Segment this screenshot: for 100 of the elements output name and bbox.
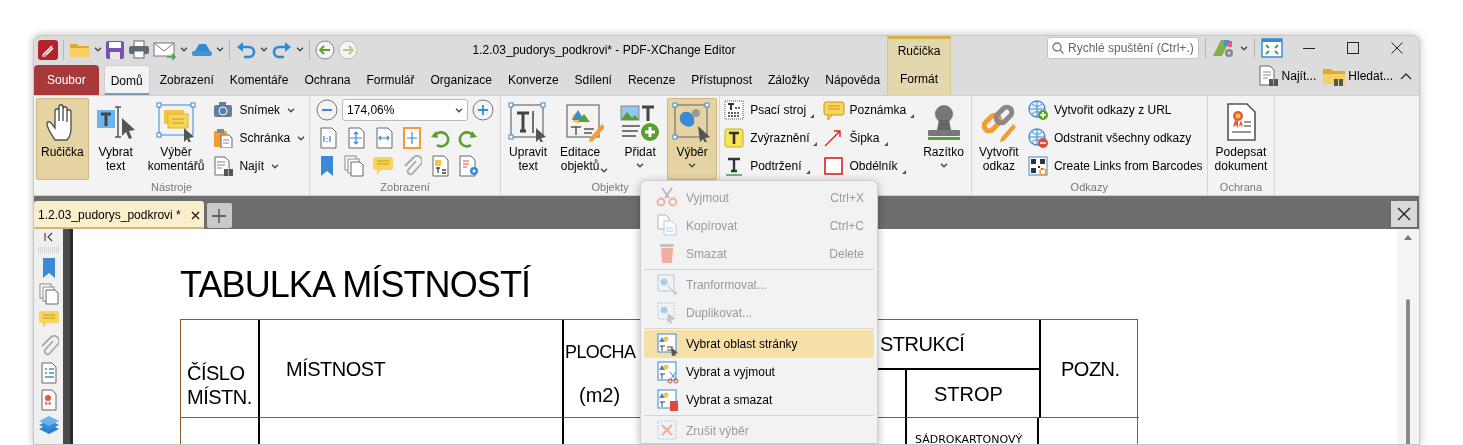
- save-icon[interactable]: [105, 39, 125, 60]
- transform-icon: [656, 273, 680, 297]
- envelope-icon[interactable]: [153, 39, 177, 60]
- ribbon-button[interactable]: Snímek: [213, 99, 306, 121]
- close-icon[interactable]: [190, 210, 200, 220]
- caret-icon[interactable]: [636, 163, 645, 168]
- ribbon-tab[interactable]: Organizace: [424, 65, 498, 95]
- ribbon-button[interactable]: Vytvořit odkaz: [973, 98, 1024, 180]
- zoom-out-icon[interactable]: [316, 99, 339, 121]
- fullscreen-icon[interactable]: [1261, 38, 1283, 58]
- new-tab-plus-icon[interactable]: [212, 208, 227, 223]
- scrollbar[interactable]: [1397, 229, 1419, 444]
- layers-icon[interactable]: [37, 416, 60, 436]
- ribbon-button[interactable]: Upravit text: [503, 98, 554, 180]
- close-icon[interactable]: [1397, 207, 1411, 221]
- pages-icon[interactable]: [344, 155, 365, 177]
- grip-icon: [37, 247, 60, 253]
- caret-icon[interactable]: [688, 163, 697, 168]
- document-tab[interactable]: 1.2.03_pudorys_podkrovi *: [34, 201, 204, 229]
- scroll-up-icon[interactable]: [1404, 235, 1412, 240]
- caret-icon[interactable]: [939, 163, 948, 168]
- corner-arrow-icon[interactable]: [910, 114, 915, 118]
- ribbon-button[interactable]: Schránka: [213, 127, 306, 149]
- caret-icon[interactable]: [287, 107, 296, 113]
- menu-item[interactable]: Vybrat a smazat: [644, 386, 874, 414]
- ribbon-tab[interactable]: Záložky: [762, 65, 816, 95]
- highlight-text-icon: [724, 128, 747, 148]
- ribbon-button[interactable]: Podepsat dokument: [1209, 98, 1273, 180]
- toolbar-button-label[interactable]: Hledat...: [1348, 67, 1393, 85]
- certificate-icon[interactable]: [38, 389, 59, 411]
- toolbar-button-label[interactable]: Najít...: [1281, 67, 1317, 85]
- bookmark-icon[interactable]: [40, 258, 57, 278]
- ribbon-button[interactable]: Přidat: [615, 98, 666, 180]
- ribbon-button[interactable]: Odstranit všechny odkazy: [1027, 127, 1203, 149]
- file-tab[interactable]: Soubor: [34, 65, 99, 95]
- rotate-right-icon[interactable]: [458, 128, 479, 148]
- corner-arrow-icon[interactable]: [813, 142, 818, 146]
- pages-icon[interactable]: [38, 283, 59, 305]
- search-field[interactable]: Rychlé spuštění (Ctrl+.): [1047, 37, 1199, 59]
- collapse-panel-icon[interactable]: [43, 232, 54, 242]
- rotate-left-icon[interactable]: [430, 128, 451, 148]
- fit-page-icon[interactable]: [346, 127, 367, 149]
- printer-icon[interactable]: [128, 39, 150, 60]
- edit-text-icon: [508, 102, 549, 142]
- globe-minus-icon: [1027, 128, 1050, 148]
- ribbon-tab[interactable]: Sdílení: [568, 65, 618, 95]
- ribbon-tab[interactable]: Formát: [888, 63, 950, 95]
- ribbon-tab[interactable]: Formulář: [360, 65, 421, 95]
- ribbon-button[interactable]: Podtržení: [724, 155, 818, 177]
- ribbon-button[interactable]: Poznámka: [823, 99, 915, 121]
- ribbon-button[interactable]: Zvýraznění: [724, 127, 818, 149]
- caret-icon[interactable]: [271, 163, 280, 169]
- caret-icon[interactable]: [94, 47, 102, 52]
- ribbon-button[interactable]: Obdélník: [823, 155, 915, 177]
- copy-icon: [656, 214, 680, 238]
- maximize-icon[interactable]: [1347, 42, 1359, 54]
- corner-arrow-icon[interactable]: [901, 170, 906, 174]
- app-logo-icon[interactable]: [38, 39, 58, 60]
- caret-icon[interactable]: [216, 47, 224, 52]
- ribbon-button[interactable]: Editace objektů: [555, 98, 614, 180]
- ribbon-button[interactable]: Šipka: [823, 127, 915, 149]
- caret-icon[interactable]: [296, 47, 304, 52]
- caret-icon[interactable]: [180, 47, 188, 52]
- corner-arrow-icon[interactable]: [810, 114, 815, 118]
- ribbon-tab[interactable]: Komentáře: [223, 65, 295, 95]
- caret-icon[interactable]: [1240, 45, 1248, 51]
- form-fields-icon[interactable]: [430, 155, 451, 177]
- caret-icon[interactable]: [297, 135, 306, 141]
- zoom-field[interactable]: 174,06%: [342, 99, 469, 121]
- caret-icon[interactable]: [260, 47, 268, 52]
- ribbon-tab[interactable]: Ochrana: [298, 65, 357, 95]
- menu-item[interactable]: Vybrat oblast stránky: [644, 330, 874, 358]
- ribbon-button[interactable]: Najít: [213, 155, 306, 177]
- ribbon-button[interactable]: Ručička: [36, 98, 89, 180]
- paperclip-icon[interactable]: [402, 155, 423, 177]
- form-icon[interactable]: [38, 362, 59, 384]
- ribbon-button[interactable]: Vybrat text: [90, 98, 141, 180]
- ribbon-tab[interactable]: Zobrazení: [153, 65, 220, 95]
- find-icon[interactable]: [1257, 65, 1280, 87]
- ribbon-tab[interactable]: Konverze: [501, 65, 565, 95]
- ribbon-button[interactable]: Výběr: [667, 98, 718, 180]
- collapse-ribbon-icon[interactable]: [1399, 71, 1413, 81]
- corner-arrow-icon[interactable]: [883, 142, 888, 146]
- close-icon[interactable]: [1391, 42, 1403, 54]
- caret-icon[interactable]: [600, 168, 609, 173]
- corner-arrow-icon[interactable]: [805, 170, 810, 174]
- edit-objects-icon: [564, 102, 605, 142]
- ribbon-tab[interactable]: Nápověda: [819, 65, 887, 95]
- ribbon-tab[interactable]: Domů: [103, 65, 150, 95]
- ribbon-button[interactable]: Psací stroj: [724, 99, 818, 121]
- ribbon-button[interactable]: Výběr komentářů: [142, 98, 210, 180]
- ribbon-tab[interactable]: Recenze: [621, 65, 682, 95]
- ribbon-tab[interactable]: Přístupnost: [685, 65, 758, 95]
- ribbon-button[interactable]: Razítko: [918, 98, 969, 180]
- document-settings-icon[interactable]: [458, 155, 481, 177]
- ribbon-button[interactable]: Create Links from Barcodes: [1027, 155, 1203, 177]
- fit-width-icon[interactable]: [374, 127, 395, 149]
- ribbon-button[interactable]: Vytvořit odkazy z URL: [1027, 99, 1203, 121]
- zoom-in-icon[interactable]: [472, 99, 495, 121]
- caret-icon[interactable]: [455, 107, 464, 113]
